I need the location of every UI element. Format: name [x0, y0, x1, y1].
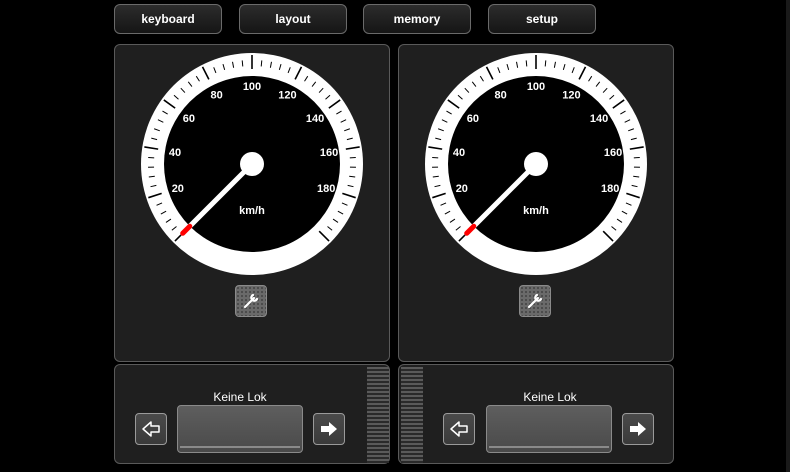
tick-label: 60	[467, 113, 479, 125]
tick-label: 160	[320, 147, 338, 159]
tick-label: 20	[456, 183, 468, 195]
memory-button[interactable]: memory	[363, 4, 471, 34]
window-edge	[786, 0, 790, 472]
speed-slider[interactable]	[486, 405, 612, 453]
wrench-icon-glyph	[527, 293, 543, 309]
tick-label: 40	[453, 147, 465, 159]
speedometer-panel-left: 20 40 60 80 100 120 140 160 180 km/h	[114, 44, 390, 362]
direction-right-button[interactable]	[622, 413, 654, 445]
tick-label: 180	[317, 183, 335, 195]
tick-label: 80	[210, 90, 222, 102]
wrench-icon-glyph	[243, 293, 259, 309]
tick-label: 100	[527, 81, 545, 93]
wrench-icon[interactable]	[519, 285, 551, 317]
tick-label: 80	[494, 90, 506, 102]
tick-label: 120	[278, 90, 296, 102]
speed-slider[interactable]	[177, 405, 303, 453]
tick-label: 60	[183, 113, 195, 125]
tick-label: 140	[306, 113, 324, 125]
direction-left-button[interactable]	[135, 413, 167, 445]
tick-label: 20	[172, 183, 184, 195]
tick-label: 40	[169, 147, 181, 159]
minor-tick	[525, 60, 528, 67]
unit-label: km/h	[523, 205, 549, 217]
throttle-control-left: Keine Lok	[114, 364, 390, 464]
arrow-right-solid-icon	[630, 422, 646, 436]
arrow-left-outline-icon	[142, 421, 160, 437]
loco-name: Keine Lok	[213, 390, 267, 404]
slider-rail	[489, 446, 609, 448]
slider-rail	[180, 446, 300, 448]
layout-button[interactable]: layout	[239, 4, 347, 34]
speedometer-right: 20 40 60 80 100 120 140 160 180 km/h	[425, 53, 647, 275]
setup-button[interactable]: setup	[488, 4, 596, 34]
arrow-left-outline-icon	[450, 421, 468, 437]
loco-name: Keine Lok	[523, 390, 577, 404]
keyboard-button[interactable]: keyboard	[114, 4, 222, 34]
needle-hub	[524, 152, 548, 176]
level-meter-right	[401, 367, 423, 463]
needle-hub	[240, 152, 264, 176]
tick-label: 180	[601, 183, 619, 195]
minor-tick	[241, 60, 244, 67]
throttle-control-right: Keine Lok	[398, 364, 674, 464]
minor-tick	[544, 60, 547, 67]
wrench-icon[interactable]	[235, 285, 267, 317]
speedometer-left: 20 40 60 80 100 120 140 160 180 km/h	[141, 53, 363, 275]
tick-label: 120	[562, 90, 580, 102]
unit-label: km/h	[239, 205, 265, 217]
tick-label: 140	[590, 113, 608, 125]
tick-label: 100	[243, 81, 261, 93]
arrow-right-solid-icon	[321, 422, 337, 436]
direction-left-button[interactable]	[443, 413, 475, 445]
minor-tick	[260, 60, 263, 67]
speedometer-panel-right: 20 40 60 80 100 120 140 160 180 km/h	[398, 44, 674, 362]
tick-label: 160	[604, 147, 622, 159]
direction-right-button[interactable]	[313, 413, 345, 445]
level-meter-left	[367, 367, 389, 463]
